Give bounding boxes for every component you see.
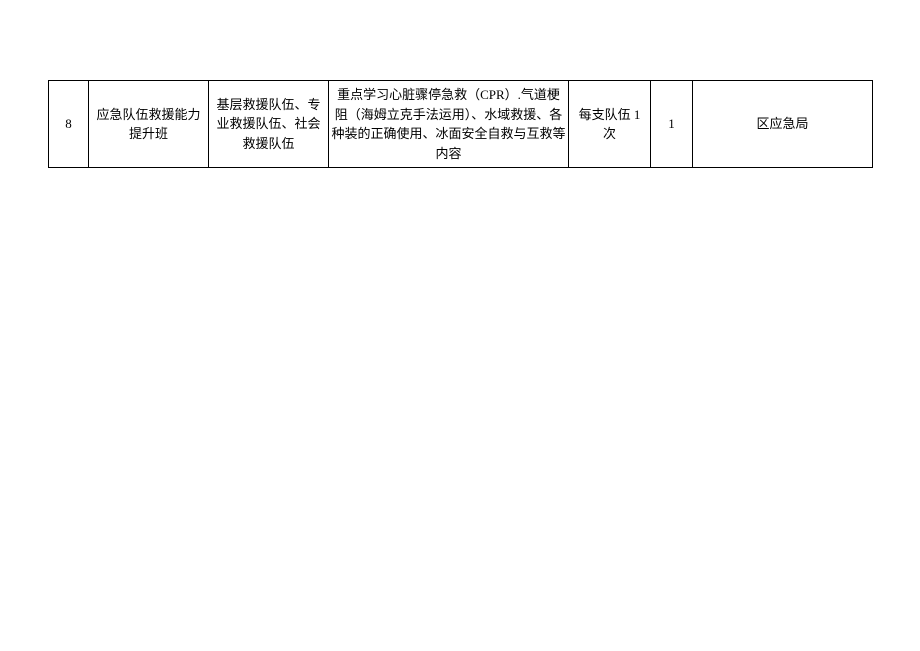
cell-name: 应急队伍救援能力提升班 <box>89 81 209 168</box>
cell-target: 基层救援队伍、专业救援队伍、社会救援队伍 <box>209 81 329 168</box>
cell-dept: 区应急局 <box>693 81 873 168</box>
cell-note: 1 <box>651 81 693 168</box>
cell-times: 每支队伍 1 次 <box>569 81 651 168</box>
schedule-table: 8 应急队伍救援能力提升班 基层救援队伍、专业救援队伍、社会救援队伍 重点学习心… <box>48 80 873 168</box>
cell-content: 重点学习心脏骤停急救（CPR）.气道梗阻（海姆立克手法运用）、水域救援、各种装的… <box>329 81 569 168</box>
cell-index: 8 <box>49 81 89 168</box>
table-row: 8 应急队伍救援能力提升班 基层救援队伍、专业救援队伍、社会救援队伍 重点学习心… <box>49 81 873 168</box>
